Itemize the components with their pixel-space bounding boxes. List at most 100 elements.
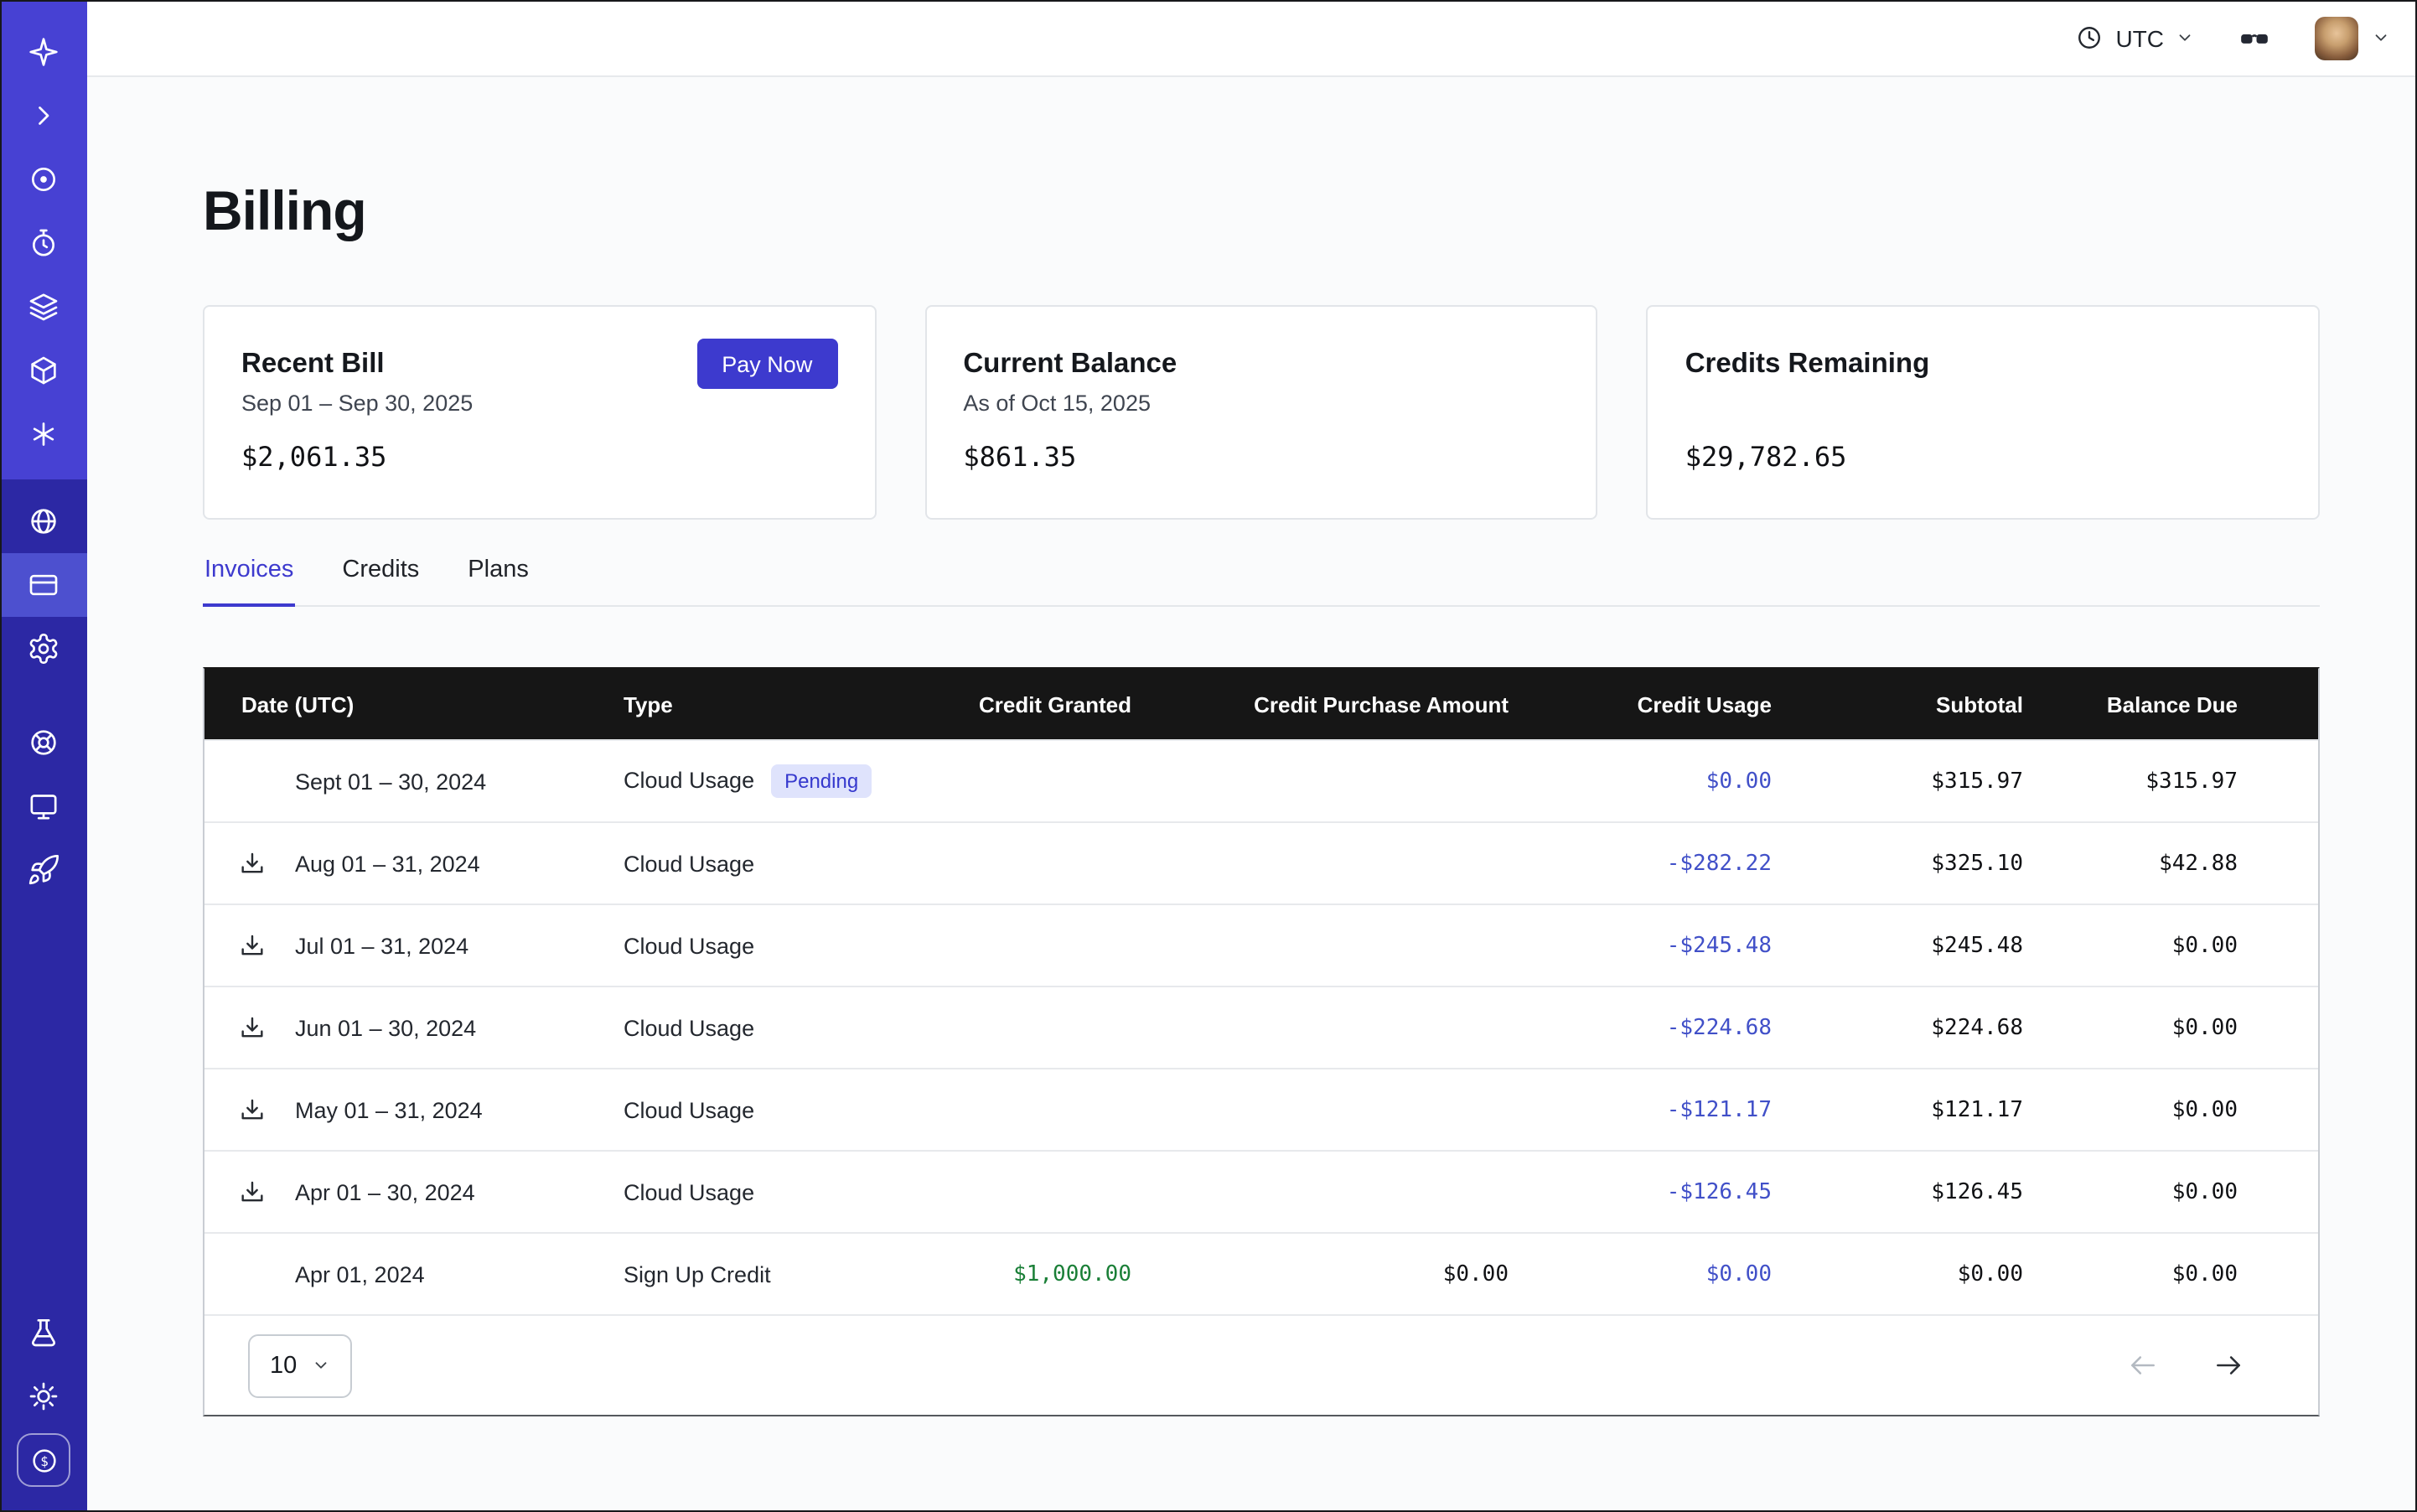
balance-due-cell: $0.00 — [2060, 904, 2318, 986]
sidebar-item-support[interactable] — [0, 711, 87, 774]
page-size-select[interactable]: 10 — [248, 1333, 352, 1397]
sidebar-item-rocket[interactable] — [0, 838, 87, 902]
invoice-date: May 01 – 31, 2024 — [295, 1097, 483, 1122]
billing-summary-cards: Recent Bill Pay Now Sep 01 – Sep 30, 202… — [203, 305, 2320, 520]
timezone-label: UTC — [2115, 24, 2164, 51]
credits-remaining-card: Credits Remaining $29,782.65 — [1647, 305, 2320, 520]
download-invoice-button[interactable] — [238, 1013, 295, 1042]
credit-purchase-cell — [1168, 986, 1545, 1069]
chevron-down-icon — [312, 1356, 330, 1375]
sidebar-item-credits[interactable]: $ — [0, 1428, 87, 1492]
timezone-selector[interactable]: UTC — [2075, 23, 2194, 52]
invoice-date: Apr 01, 2024 — [295, 1261, 425, 1287]
app-window: $ UTC Billing — [0, 0, 2417, 1512]
credit-usage-cell: $0.00 — [1545, 1233, 1809, 1314]
subtotal-cell: $224.68 — [1809, 986, 2060, 1069]
sidebar-expand[interactable] — [0, 84, 87, 148]
invoice-type-cell: Cloud UsagePending — [624, 740, 925, 822]
download-invoice-button[interactable] — [238, 1095, 295, 1124]
balance-due-cell: $0.00 — [2060, 1069, 2318, 1151]
target-icon — [27, 163, 60, 196]
invoice-type: Sign Up Credit — [624, 1261, 771, 1287]
clock-icon — [2075, 23, 2104, 52]
invoice-date-cell: Apr 01, 2024 — [204, 1233, 624, 1314]
chevron-right-icon — [27, 99, 60, 132]
invoice-type: Cloud Usage — [624, 851, 754, 876]
sidebar-item-target[interactable] — [0, 148, 87, 211]
col-credit-granted: Credit Granted — [925, 669, 1168, 740]
card-title: Current Balance — [963, 348, 1177, 380]
sidebar-item-settings[interactable] — [0, 617, 87, 681]
goggles-button[interactable] — [2234, 21, 2275, 54]
invoice-type: Cloud Usage — [624, 768, 754, 793]
sidebar-item-globe[interactable] — [0, 489, 87, 553]
invoice-date-cell: Jun 01 – 30, 2024 — [204, 986, 624, 1069]
sidebar-item-asterisk[interactable] — [0, 402, 87, 466]
sun-icon — [27, 1380, 60, 1413]
credit-purchase-cell — [1168, 822, 1545, 904]
current-balance-card: Current Balance As of Oct 15, 2025 $861.… — [924, 305, 1597, 520]
layers-icon — [27, 290, 60, 324]
billing-page: Billing Recent Bill Pay Now Sep 01 – Sep… — [87, 77, 2417, 1512]
download-invoice-button[interactable] — [238, 849, 295, 878]
chevron-down-icon — [2176, 28, 2194, 47]
stopwatch-icon — [27, 226, 60, 260]
sidebar-item-stopwatch[interactable] — [0, 211, 87, 275]
cube-icon — [27, 354, 60, 387]
next-page-button[interactable] — [2213, 1349, 2244, 1381]
invoice-date: Jul 01 – 31, 2024 — [295, 933, 468, 958]
rocket-icon — [27, 853, 60, 887]
flask-icon — [27, 1316, 60, 1349]
asterisk-icon — [27, 417, 60, 451]
sidebar-logo[interactable] — [0, 20, 87, 84]
invoice-date-cell: Apr 01 – 30, 2024 — [204, 1151, 624, 1233]
invoice-date-cell: Sept 01 – 30, 2024 — [204, 740, 624, 822]
sidebar-item-flask[interactable] — [0, 1301, 87, 1364]
sidebar-item-monitor[interactable] — [0, 774, 87, 838]
credit-granted-cell — [925, 740, 1168, 822]
previous-page-button[interactable] — [2127, 1349, 2159, 1381]
balance-due-cell: $42.88 — [2060, 822, 2318, 904]
invoice-date-cell: Jul 01 – 31, 2024 — [204, 904, 624, 986]
page-title: Billing — [203, 178, 2320, 245]
tab-plans[interactable]: Plans — [466, 557, 530, 605]
col-type: Type — [624, 669, 925, 740]
sidebar-lower-section: $ — [0, 479, 87, 1512]
credit-granted-cell — [925, 1151, 1168, 1233]
download-invoice-button[interactable] — [238, 1178, 295, 1206]
credit-granted-cell: $1,000.00 — [925, 1233, 1168, 1314]
sidebar-item-cube[interactable] — [0, 339, 87, 402]
balance-due-cell: $0.00 — [2060, 1233, 2318, 1314]
card-title: Recent Bill — [241, 348, 385, 380]
chevron-down-icon — [2372, 28, 2390, 47]
invoice-table-body: Sept 01 – 30, 2024 Cloud UsagePending $0.0… — [204, 740, 2318, 1314]
globe-icon — [27, 505, 60, 538]
invoice-date: Apr 01 – 30, 2024 — [295, 1179, 475, 1204]
credit-usage-cell: -$126.45 — [1545, 1151, 1809, 1233]
download-invoice-button[interactable] — [238, 931, 295, 960]
invoice-type: Cloud Usage — [624, 1015, 754, 1040]
tab-credits[interactable]: Credits — [340, 557, 421, 605]
settings-gear-icon — [27, 632, 60, 665]
tab-invoices[interactable]: Invoices — [203, 557, 295, 605]
card-subtitle — [1685, 391, 2281, 424]
invoice-date: Sept 01 – 30, 2024 — [295, 769, 486, 794]
invoice-row: Apr 01 – 30, 2024 Cloud Usage -$126.45$126… — [204, 1151, 2318, 1233]
sidebar-item-layers[interactable] — [0, 275, 87, 339]
sidebar-item-billing[interactable] — [0, 553, 87, 617]
pay-now-button[interactable]: Pay Now — [696, 339, 837, 389]
invoice-row: Jul 01 – 31, 2024Cloud Usage-$245.48$245… — [204, 904, 2318, 986]
credit-granted-cell — [925, 986, 1168, 1069]
credit-granted-cell — [925, 822, 1168, 904]
invoice-type-cell: Sign Up Credit — [624, 1233, 925, 1314]
invoice-type: Cloud Usage — [624, 1179, 754, 1204]
svg-text:$: $ — [39, 1452, 48, 1468]
subtotal-cell: $126.45 — [1809, 1151, 2060, 1233]
invoice-date: Aug 01 – 31, 2024 — [295, 851, 480, 876]
sidebar-item-theme[interactable] — [0, 1364, 87, 1428]
account-menu[interactable] — [2315, 16, 2390, 60]
invoice-row: May 01 – 31, 2024Cloud Usage-$121.17$121… — [204, 1069, 2318, 1151]
balance-due-cell: $0.00 — [2060, 1151, 2318, 1233]
table-header-row: Date (UTC) Type Credit Granted Credit Pu… — [204, 669, 2318, 740]
credit-purchase-cell — [1168, 740, 1545, 822]
